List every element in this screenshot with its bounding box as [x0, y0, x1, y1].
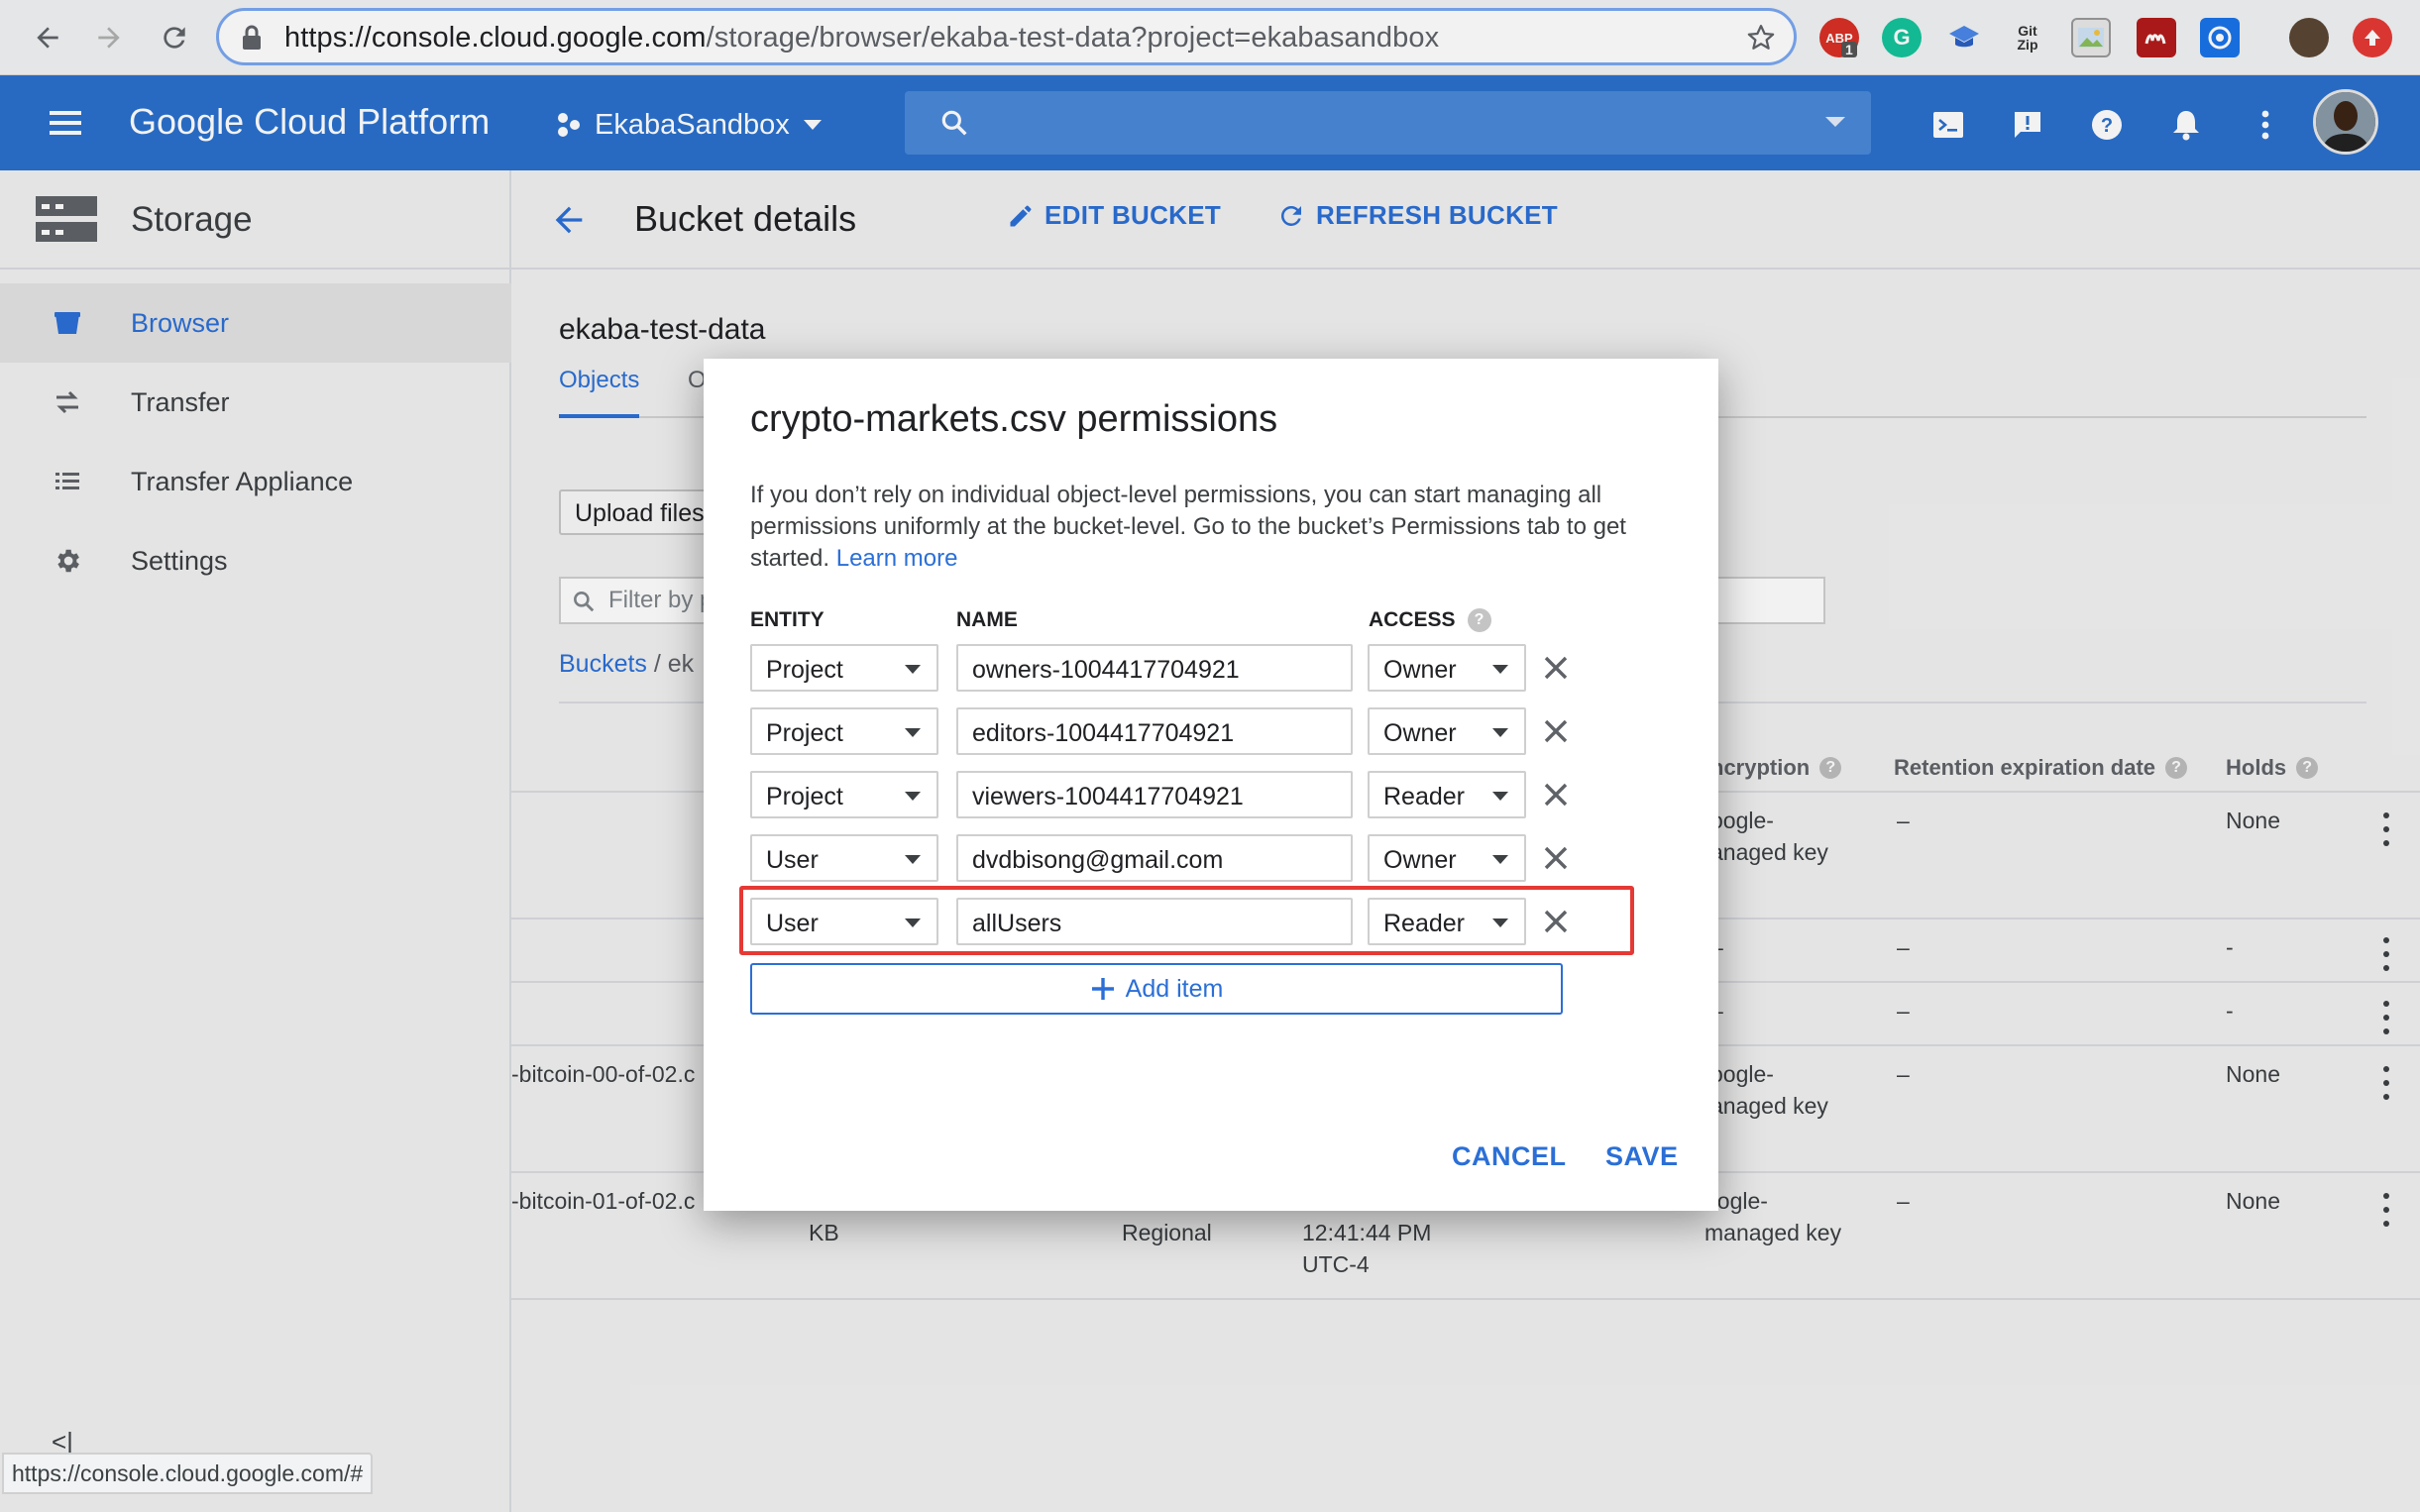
dropdown-caret-icon [1492, 918, 1508, 927]
access-value: Reader [1383, 910, 1465, 937]
name-field[interactable]: owners-1004417704921 [956, 644, 1353, 692]
entity-value: Project [766, 719, 843, 747]
dialog-description: If you don’t rely on individual object-l… [750, 480, 1642, 575]
entity-value: User [766, 846, 819, 874]
permission-row: Project viewers-1004417704921 Reader [750, 771, 1568, 818]
entity-header: ENTITY [750, 608, 825, 631]
entity-select[interactable]: Project [750, 707, 938, 755]
dropdown-caret-icon [1492, 855, 1508, 864]
permissions-dialog: crypto-markets.csv permissions If you do… [704, 359, 1718, 1211]
status-bar-url: https://console.cloud.google.com/# [2, 1453, 374, 1494]
dialog-title: crypto-markets.csv permissions [750, 398, 1278, 440]
dropdown-caret-icon [1492, 792, 1508, 801]
access-value: Owner [1383, 719, 1457, 747]
name-field[interactable]: viewers-1004417704921 [956, 771, 1353, 818]
remove-row-button[interactable] [1540, 779, 1572, 810]
permission-row: User dvdbisong@gmail.com Owner [750, 834, 1568, 882]
access-select[interactable]: Reader [1368, 771, 1526, 818]
remove-row-button[interactable] [1540, 652, 1572, 684]
dropdown-caret-icon [1492, 728, 1508, 737]
access-header: ACCESS ? [1369, 608, 1491, 632]
remove-row-button[interactable] [1540, 842, 1572, 874]
dropdown-caret-icon [905, 665, 921, 674]
remove-row-button[interactable] [1540, 715, 1572, 747]
permission-row: User allUsers Reader [750, 898, 1568, 945]
access-select[interactable]: Owner [1368, 644, 1526, 692]
save-button[interactable]: SAVE [1605, 1141, 1679, 1172]
name-field[interactable]: editors-1004417704921 [956, 707, 1353, 755]
access-value: Owner [1383, 656, 1457, 684]
plus-icon [1091, 978, 1114, 1000]
close-icon [1544, 719, 1568, 743]
entity-value: Project [766, 656, 843, 684]
close-icon [1544, 846, 1568, 870]
entity-value: User [766, 910, 819, 937]
access-header-label: ACCESS [1369, 608, 1456, 631]
access-value: Owner [1383, 846, 1457, 874]
entity-select[interactable]: User [750, 834, 938, 882]
permission-row: Project owners-1004417704921 Owner [750, 644, 1568, 692]
learn-more-link[interactable]: Learn more [836, 545, 958, 572]
permission-row: Project editors-1004417704921 Owner [750, 707, 1568, 755]
dropdown-caret-icon [905, 728, 921, 737]
close-icon [1544, 910, 1568, 933]
cancel-button[interactable]: CANCEL [1452, 1141, 1567, 1172]
name-field[interactable]: dvdbisong@gmail.com [956, 834, 1353, 882]
add-item-label: Add item [1125, 974, 1224, 1003]
dropdown-caret-icon [1492, 665, 1508, 674]
remove-row-button[interactable] [1540, 906, 1572, 937]
help-icon[interactable]: ? [1467, 608, 1491, 632]
entity-value: Project [766, 783, 843, 810]
dropdown-caret-icon [905, 855, 921, 864]
access-select[interactable]: Owner [1368, 834, 1526, 882]
name-field[interactable]: allUsers [956, 898, 1353, 945]
access-select[interactable]: Owner [1368, 707, 1526, 755]
dropdown-caret-icon [905, 918, 921, 927]
entity-select[interactable]: Project [750, 644, 938, 692]
close-icon [1544, 656, 1568, 680]
access-select[interactable]: Reader [1368, 898, 1526, 945]
add-item-button[interactable]: Add item [750, 963, 1563, 1015]
entity-select[interactable]: User [750, 898, 938, 945]
dropdown-caret-icon [905, 792, 921, 801]
close-icon [1544, 783, 1568, 807]
entity-select[interactable]: Project [750, 771, 938, 818]
access-value: Reader [1383, 783, 1465, 810]
name-header: NAME [956, 608, 1018, 631]
